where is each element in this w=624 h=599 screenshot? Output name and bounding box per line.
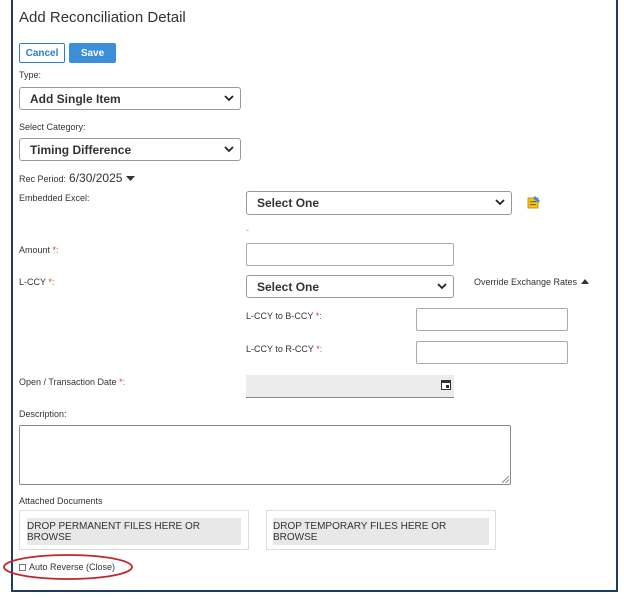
lccy-label-text: L-CCY xyxy=(19,277,46,287)
type-select-value: Add Single Item xyxy=(30,91,121,106)
drop-permanent-files-button[interactable]: DROP PERMANENT FILES HERE OR BROWSE xyxy=(27,518,241,545)
category-select[interactable]: Timing Difference xyxy=(19,138,241,161)
description-textarea[interactable] xyxy=(19,425,511,485)
resize-handle-icon[interactable] xyxy=(502,476,509,483)
chevron-down-icon xyxy=(224,146,234,153)
required-mark: *: xyxy=(52,245,59,255)
description-label: Description: xyxy=(19,409,67,419)
required-mark: *: xyxy=(316,344,323,354)
category-select-value: Timing Difference xyxy=(30,142,132,157)
embedded-excel-select[interactable]: Select One xyxy=(246,191,512,215)
calendar-icon[interactable] xyxy=(441,379,451,390)
lccy-to-bccy-input[interactable] xyxy=(416,308,568,331)
chevron-down-icon xyxy=(437,283,447,290)
type-select[interactable]: Add Single Item xyxy=(19,87,241,110)
save-button[interactable]: Save xyxy=(69,43,116,63)
attached-documents-label: Attached Documents xyxy=(19,496,103,506)
override-exchange-rates-toggle[interactable]: Override Exchange Rates xyxy=(474,277,590,287)
lccy-to-rccy-label-text: L-CCY to R-CCY xyxy=(246,344,314,354)
lccy-to-rccy-label: L-CCY to R-CCY *: xyxy=(246,344,322,354)
lccy-to-rccy-input[interactable] xyxy=(416,341,568,364)
required-mark: *: xyxy=(48,277,55,287)
lccy-to-bccy-label-text: L-CCY to B-CCY xyxy=(246,311,314,321)
highlight-ellipse xyxy=(3,554,133,580)
caret-down-icon[interactable] xyxy=(126,176,136,182)
rec-period: Rec Period: 6/30/2025 xyxy=(19,171,136,185)
caret-up-icon xyxy=(581,279,590,284)
amount-input[interactable] xyxy=(246,243,454,266)
lccy-select[interactable]: Select One xyxy=(246,275,454,298)
type-label: Type: xyxy=(19,70,42,80)
amount-label-text: Amount xyxy=(19,245,51,255)
excel-dash: - xyxy=(246,225,249,235)
open-date-label-text: Open / Transaction Date xyxy=(19,377,117,387)
page-title: Add Reconciliation Detail xyxy=(19,9,186,26)
edit-excel-icon[interactable] xyxy=(527,195,541,209)
lccy-to-bccy-label: L-CCY to B-CCY *: xyxy=(246,311,322,321)
open-date-label: Open / Transaction Date *: xyxy=(19,377,125,387)
required-mark: *: xyxy=(315,311,322,321)
override-exchange-rates-label: Override Exchange Rates xyxy=(474,277,578,287)
chevron-down-icon xyxy=(495,199,505,206)
cancel-button[interactable]: Cancel xyxy=(19,43,65,63)
chevron-down-icon xyxy=(224,95,234,102)
drop-temporary-files-button[interactable]: DROP TEMPORARY FILES HERE OR BROWSE xyxy=(273,518,489,545)
required-mark: *: xyxy=(119,377,126,387)
embedded-excel-label: Embedded Excel: xyxy=(19,193,90,203)
embedded-excel-select-value: Select One xyxy=(257,196,320,210)
lccy-select-value: Select One xyxy=(257,279,320,294)
lccy-label: L-CCY *: xyxy=(19,277,54,287)
rec-period-value[interactable]: 6/30/2025 xyxy=(69,171,122,185)
amount-label: Amount *: xyxy=(19,245,59,255)
category-label: Select Category: xyxy=(19,122,86,132)
open-date-input[interactable] xyxy=(246,375,454,398)
rec-period-label: Rec Period: xyxy=(19,174,67,184)
